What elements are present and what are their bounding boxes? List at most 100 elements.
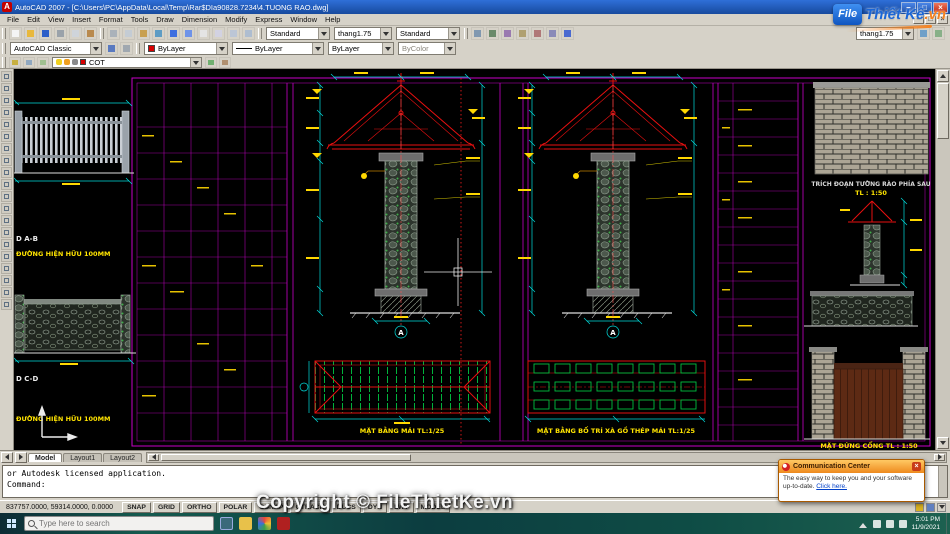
menu-modify[interactable]: Modify <box>221 15 251 24</box>
text-style-dropdown[interactable]: Standard <box>266 27 330 40</box>
taskbar-search[interactable] <box>24 516 214 531</box>
publish-icon[interactable] <box>84 27 97 40</box>
menu-help[interactable]: Help <box>321 15 344 24</box>
layer-previous-icon[interactable] <box>219 56 231 68</box>
toolbar-grip[interactable] <box>136 43 140 54</box>
dim-style-dropdown[interactable]: thang1.75 <box>334 27 392 40</box>
menu-tools[interactable]: Tools <box>127 15 153 24</box>
plot-icon[interactable] <box>54 27 67 40</box>
table-tool-icon[interactable] <box>1 275 12 286</box>
table-style-dropdown[interactable]: Standard <box>396 27 460 40</box>
plot-style-dropdown[interactable]: ByColor <box>398 42 456 55</box>
toolbar-grip[interactable] <box>100 28 104 39</box>
lwt-toggle[interactable]: LWT <box>389 501 414 513</box>
ortho-toggle[interactable]: ORTHO <box>181 501 217 513</box>
notification-center-button[interactable] <box>946 513 950 534</box>
scroll-right-icon[interactable] <box>934 453 945 461</box>
pan-icon[interactable] <box>197 27 210 40</box>
menu-file[interactable]: File <box>3 15 23 24</box>
file-explorer-icon[interactable] <box>239 517 252 530</box>
redo-icon[interactable] <box>182 27 195 40</box>
grid-toggle[interactable]: GRID <box>152 501 180 513</box>
chevron-down-icon[interactable] <box>380 28 391 39</box>
layer-properties-manager-icon[interactable] <box>9 56 21 68</box>
open-icon[interactable] <box>24 27 37 40</box>
tab-nav-right-icon[interactable] <box>15 451 27 463</box>
chevron-down-icon[interactable] <box>318 28 329 39</box>
search-input[interactable] <box>39 519 199 528</box>
toolbar-grip[interactable] <box>2 43 6 54</box>
zoom-previous-icon[interactable] <box>242 27 255 40</box>
toolbar-lock-icon[interactable] <box>926 502 935 512</box>
polar-toggle[interactable]: POLAR <box>218 501 253 513</box>
ducs-toggle[interactable]: DUCS <box>331 501 361 513</box>
chevron-down-icon[interactable] <box>190 57 201 67</box>
otrack-toggle[interactable]: OTRACK <box>290 501 330 513</box>
chevron-down-icon[interactable] <box>382 43 393 54</box>
line-tool-icon[interactable] <box>1 71 12 82</box>
insert-block-tool-icon[interactable] <box>1 203 12 214</box>
color-dropdown[interactable]: ByLayer <box>144 42 228 55</box>
layer-filter-icon[interactable] <box>37 56 49 68</box>
network-icon[interactable] <box>872 519 881 528</box>
tab-layout1[interactable]: Layout1 <box>63 452 103 462</box>
polygon-tool-icon[interactable] <box>1 107 12 118</box>
vertical-scrollbar[interactable] <box>935 69 950 450</box>
revision-cloud-tool-icon[interactable] <box>1 155 12 166</box>
osnap-toggle[interactable]: OSNAP <box>254 501 289 513</box>
designcenter-icon[interactable] <box>486 27 499 40</box>
match-properties-icon[interactable] <box>152 27 165 40</box>
menu-express[interactable]: Express <box>251 15 286 24</box>
task-view-icon[interactable] <box>220 517 233 530</box>
help-icon[interactable] <box>561 27 574 40</box>
scroll-left-icon[interactable] <box>148 453 160 461</box>
drawing-canvas[interactable]: D A-B ĐƯỜNG HIỆN HỮU 100MM D C-D ĐƯỜNG H… <box>13 69 935 450</box>
spline-tool-icon[interactable] <box>1 167 12 178</box>
chevron-down-icon[interactable] <box>312 43 323 54</box>
copy-icon[interactable] <box>122 27 135 40</box>
dim-update-icon[interactable] <box>917 27 930 40</box>
plot-preview-icon[interactable] <box>69 27 82 40</box>
horizontal-scroll-thumb[interactable] <box>161 453 412 461</box>
dyn-toggle[interactable]: DYN <box>362 501 388 513</box>
cut-icon[interactable] <box>107 27 120 40</box>
model-toggle[interactable]: MODEL <box>415 501 451 513</box>
make-block-tool-icon[interactable] <box>1 215 12 226</box>
layer-dropdown[interactable]: COT <box>52 56 202 68</box>
menu-draw[interactable]: Draw <box>152 15 178 24</box>
arc-tool-icon[interactable] <box>1 131 12 142</box>
click-here-link[interactable]: Click here. <box>816 483 847 490</box>
workspace-settings-icon[interactable] <box>120 42 133 55</box>
toolbar-grip[interactable] <box>2 28 6 39</box>
chevron-down-icon[interactable] <box>448 28 459 39</box>
battery-icon[interactable] <box>898 519 907 528</box>
tab-layout2[interactable]: Layout2 <box>103 452 143 462</box>
markup-manager-icon[interactable] <box>531 27 544 40</box>
scroll-up-icon[interactable] <box>937 70 949 82</box>
tray-expand-icon[interactable] <box>858 519 867 528</box>
lineweight-dropdown[interactable]: ByLayer <box>328 42 394 55</box>
browser-icon[interactable] <box>258 517 271 530</box>
communication-center-icon[interactable] <box>915 502 924 512</box>
point-tool-icon[interactable] <box>1 227 12 238</box>
make-object-layer-current-icon[interactable] <box>205 56 217 68</box>
menu-window[interactable]: Window <box>286 15 321 24</box>
tab-nav-left-icon[interactable] <box>1 451 13 463</box>
zoom-window-icon[interactable] <box>227 27 240 40</box>
construction-line-tool-icon[interactable] <box>1 83 12 94</box>
chevron-down-icon[interactable] <box>216 43 227 54</box>
menu-edit[interactable]: Edit <box>23 15 44 24</box>
undo-icon[interactable] <box>167 27 180 40</box>
workspace-dropdown[interactable]: AutoCAD Classic <box>10 42 102 55</box>
volume-icon[interactable] <box>885 519 894 528</box>
chevron-down-icon[interactable] <box>90 43 101 54</box>
save-workspace-icon[interactable] <box>105 42 118 55</box>
scroll-down-icon[interactable] <box>937 437 949 449</box>
popup-close-icon[interactable]: × <box>912 462 921 471</box>
menu-view[interactable]: View <box>44 15 68 24</box>
hatch-tool-icon[interactable] <box>1 239 12 250</box>
paste-icon[interactable] <box>137 27 150 40</box>
dim-edit-icon[interactable] <box>932 27 945 40</box>
toolbar-grip[interactable] <box>258 28 262 39</box>
chevron-down-icon[interactable] <box>444 43 455 54</box>
